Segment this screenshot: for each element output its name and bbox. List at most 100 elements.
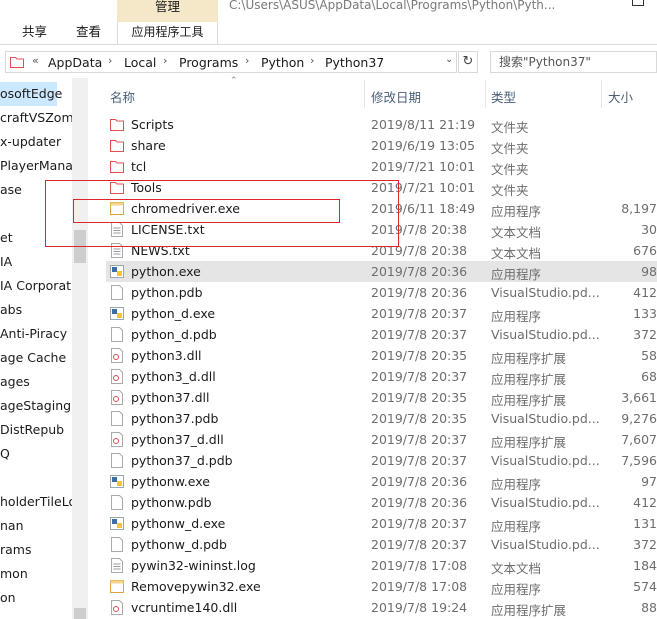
breadcrumb-python[interactable]: Python — [261, 55, 304, 70]
file-size: 7,607 — [621, 432, 657, 447]
file-size: 372 — [633, 327, 657, 342]
folder-icon — [10, 57, 24, 68]
column-divider[interactable] — [601, 80, 602, 108]
breadcrumb-separator[interactable]: › — [310, 54, 314, 67]
file-type: 文件夹 — [491, 141, 529, 156]
nav-item[interactable]: craftVSZomb — [0, 106, 82, 130]
tab-view[interactable]: 查看 — [76, 22, 101, 44]
nav-item[interactable]: on — [0, 586, 16, 610]
file-type: 文本文档 — [491, 561, 542, 576]
tab-share[interactable]: 共享 — [22, 22, 47, 44]
column-date[interactable]: 修改日期 — [371, 87, 421, 106]
file-size: 133 — [633, 306, 657, 321]
table-row[interactable]: python37.dll 2019/7/8 20:35 应用程序扩展 3,661 — [106, 387, 657, 408]
file-name: python37.dll — [131, 390, 210, 405]
file-name: python3.dll — [131, 348, 202, 363]
table-row[interactable]: python_d.exe 2019/7/8 20:37 应用程序 133 — [106, 303, 657, 324]
file-type: 应用程序扩展 — [491, 351, 567, 366]
table-row[interactable]: share 2019/6/19 13:05 文件夹 — [106, 135, 657, 156]
nav-item[interactable]: DistRepub — [0, 418, 64, 442]
table-row[interactable]: python3_d.dll 2019/7/8 20:37 应用程序扩展 68 — [106, 366, 657, 387]
nav-item[interactable]: et — [0, 226, 13, 250]
dll-icon — [110, 369, 124, 384]
table-row[interactable]: Removepywin32.exe 2019/7/8 17:08 应用程序 574 — [106, 576, 657, 597]
table-row[interactable]: python37_d.pdb 2019/7/8 20:37 VisualStudio… — [106, 450, 657, 471]
file-type: 应用程序扩展 — [491, 393, 567, 408]
file-size: 676 — [633, 243, 657, 258]
file-date: 2019/7/8 20:37 — [371, 369, 468, 384]
file-name: pythonw.exe — [131, 474, 210, 489]
column-type[interactable]: 类型 — [491, 87, 516, 106]
column-header: ⌃ 名称 修改日期 类型 大小 — [88, 76, 657, 108]
file-name: python37.pdb — [131, 411, 219, 426]
chevron-down-icon[interactable]: ⌄ — [445, 54, 453, 65]
table-row[interactable]: Scripts 2019/8/11 21:19 文件夹 — [106, 114, 657, 135]
file-type: 应用程序扩展 — [491, 603, 567, 618]
file-icon — [110, 537, 124, 552]
nav-item[interactable]: IA Corporati — [0, 274, 74, 298]
maximize-button[interactable] — [622, 0, 657, 14]
refresh-button[interactable]: ↻ — [458, 51, 478, 73]
breadcrumb-separator[interactable]: › — [245, 54, 249, 67]
breadcrumb-separator[interactable]: › — [108, 54, 112, 67]
breadcrumb-appdata[interactable]: AppData — [48, 55, 102, 70]
nav-item[interactable]: Q — [0, 442, 10, 466]
table-row[interactable]: python3.dll 2019/7/8 20:35 应用程序扩展 58 — [106, 345, 657, 366]
nav-item[interactable]: abs — [0, 298, 22, 322]
tab-application-tools[interactable]: 应用程序工具 — [117, 22, 218, 44]
nav-item[interactable]: IA — [0, 250, 12, 274]
address-bar[interactable]: « AppData › Local › Programs › Python › … — [5, 51, 457, 73]
breadcrumb-separator[interactable]: › — [163, 54, 167, 67]
column-divider[interactable] — [364, 80, 365, 108]
table-row[interactable]: pythonw.pdb 2019/7/8 20:36 VisualStudio.pd… — [106, 492, 657, 513]
file-icon — [110, 285, 124, 300]
table-row[interactable]: vcruntime140.dll 2019/7/8 19:24 应用程序扩展 88 — [106, 597, 657, 618]
nav-item[interactable]: ages — [0, 370, 30, 394]
file-name: python37_d.pdb — [131, 453, 233, 468]
nav-item[interactable]: ageStaging — [0, 394, 71, 418]
breadcrumb-local[interactable]: Local — [124, 55, 156, 70]
nav-scrollbar-thumb-secondary[interactable] — [74, 608, 86, 619]
file-name: Removepywin32.exe — [131, 579, 261, 594]
nav-item[interactable]: rams — [0, 538, 32, 562]
nav-item[interactable]: age Cache — [0, 346, 66, 370]
table-row[interactable]: pythonw_d.exe 2019/7/8 20:37 应用程序 131 — [106, 513, 657, 534]
table-row[interactable]: pywin32-wininst.log 2019/7/8 17:08 文本文档 184 — [106, 555, 657, 576]
table-row[interactable]: pythonw.exe 2019/7/8 20:36 应用程序 97 — [106, 471, 657, 492]
column-name[interactable]: 名称 — [110, 87, 135, 106]
breadcrumb-programs[interactable]: Programs — [179, 55, 238, 70]
file-type: VisualStudio.pd... — [491, 411, 600, 426]
table-row[interactable]: python_d.pdb 2019/7/8 20:37 VisualStudio.p… — [106, 324, 657, 345]
overflow-chevron[interactable]: « — [32, 54, 39, 67]
file-size: 9,276 — [621, 411, 657, 426]
nav-item[interactable]: Anti-Piracy — [0, 322, 67, 346]
file-date: 2019/7/8 20:36 — [371, 474, 468, 489]
nav-item[interactable]: PlayerManag — [0, 154, 81, 178]
nav-item[interactable]: ase — [0, 178, 22, 202]
table-row[interactable]: pythonw_d.pdb 2019/7/8 20:37 VisualStudio.… — [106, 534, 657, 555]
file-date: 2019/7/8 20:37 — [371, 453, 468, 468]
column-divider[interactable] — [485, 80, 486, 108]
nav-item[interactable]: nan — [0, 514, 24, 538]
file-name: python3_d.dll — [131, 369, 216, 384]
nav-item[interactable]: osoftEdge — [0, 82, 62, 106]
search-input[interactable]: 搜索"Python37" — [490, 51, 657, 73]
table-row[interactable]: tcl 2019/7/21 10:01 文件夹 — [106, 156, 657, 177]
table-row[interactable]: python.pdb 2019/7/8 20:36 VisualStudio.pd.… — [106, 282, 657, 303]
file-name: pythonw.pdb — [131, 495, 212, 510]
nav-scrollbar[interactable] — [72, 78, 88, 619]
nav-item[interactable]: x-updater — [0, 130, 61, 154]
folder-icon — [110, 138, 124, 153]
file-date: 2019/7/8 20:37 — [371, 537, 468, 552]
file-size: 3,661 — [621, 390, 657, 405]
nav-item[interactable]: mon — [0, 562, 28, 586]
column-size[interactable]: 大小 — [608, 87, 633, 106]
table-row[interactable]: python.exe 2019/7/8 20:36 应用程序 98 — [106, 261, 657, 282]
file-date: 2019/7/8 20:35 — [371, 411, 468, 426]
file-type: 文件夹 — [491, 162, 529, 177]
nav-item[interactable]: holderTileLo — [0, 490, 76, 514]
tab-manage[interactable]: 管理 — [117, 0, 218, 22]
table-row[interactable]: python37_d.dll 2019/7/8 20:37 应用程序扩展 7,607 — [106, 429, 657, 450]
breadcrumb-python37[interactable]: Python37 — [325, 55, 384, 70]
table-row[interactable]: python37.pdb 2019/7/8 20:35 VisualStudio.p… — [106, 408, 657, 429]
